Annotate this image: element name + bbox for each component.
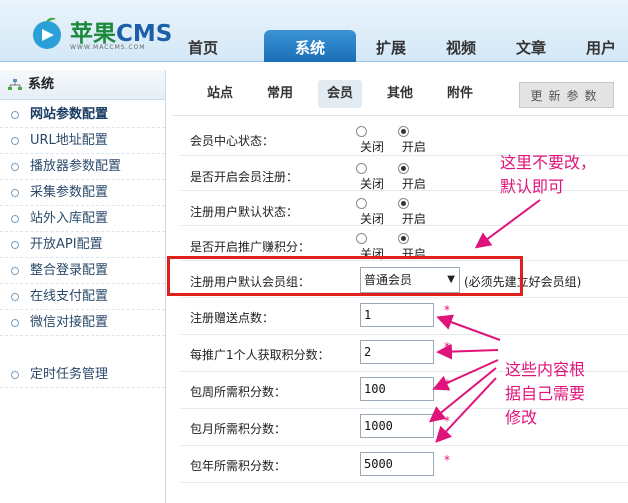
bullet-icon: [11, 189, 19, 197]
row-reg-points: 注册赠送点数： *: [180, 299, 628, 335]
row-label: 注册用户默认状态：: [190, 205, 299, 219]
register-status-radios: 关闭 开启: [356, 198, 436, 226]
required-mark: *: [444, 303, 450, 317]
sidebar: 系统 网站参数配置 URL地址配置 播放器参数配置 采集参数配置 站外入库配置 …: [0, 70, 166, 503]
tab-site[interactable]: 站点: [198, 80, 242, 108]
radio-off[interactable]: 关闭: [356, 198, 384, 226]
row-label: 会员中心状态：: [190, 134, 275, 148]
radio-on[interactable]: 开启: [397, 126, 426, 154]
row-label: 是否开启会员注册：: [190, 170, 299, 184]
sidebar-item-cron[interactable]: 定时任务管理: [0, 362, 165, 388]
sidebar-item-wechat[interactable]: 微信对接配置: [0, 310, 165, 336]
bullet-icon: [11, 137, 19, 145]
radio-off[interactable]: 关闭: [356, 126, 384, 154]
radio-on[interactable]: 开启: [397, 163, 426, 191]
member-center-radios: 关闭 开启: [356, 126, 436, 154]
weekly-points-input[interactable]: [360, 377, 434, 401]
nav-video[interactable]: 视频: [428, 34, 494, 62]
required-mark: *: [444, 340, 450, 354]
nav-extend[interactable]: 扩展: [358, 34, 424, 62]
highlight-box: [167, 256, 523, 296]
bullet-icon: [11, 371, 19, 379]
row-label: 是否开启推广赚积分：: [190, 240, 311, 254]
yearly-points-input[interactable]: [360, 452, 434, 476]
reg-points-input[interactable]: [360, 303, 434, 327]
bullet-icon: [11, 293, 19, 301]
tab-member[interactable]: 会员: [318, 80, 362, 108]
row-label: 包年所需积分数：: [190, 459, 287, 473]
update-params-button[interactable]: 更新参数: [519, 82, 614, 108]
nav-system[interactable]: 系统: [264, 30, 356, 62]
open-register-radios: 关闭 开启: [356, 163, 436, 191]
promo-each-input[interactable]: [360, 340, 434, 364]
sidebar-item-url[interactable]: URL地址配置: [0, 128, 165, 154]
row-label: 包月所需积分数：: [190, 422, 287, 436]
bullet-icon: [11, 215, 19, 223]
bullet-icon: [11, 267, 19, 275]
settings-tabs: 站点 常用 会员 其他 附件 更新参数: [172, 70, 628, 116]
tab-attachment[interactable]: 附件: [438, 80, 482, 108]
sidebar-item-login[interactable]: 整合登录配置: [0, 258, 165, 284]
nav-user[interactable]: 用户: [568, 34, 628, 62]
row-label: 注册赠送点数：: [190, 311, 275, 325]
required-mark: *: [444, 377, 450, 391]
bullet-icon: [11, 241, 19, 249]
bullet-icon: [11, 319, 19, 327]
sidebar-item-collect[interactable]: 采集参数配置: [0, 180, 165, 206]
sidebar-item-payment[interactable]: 在线支付配置: [0, 284, 165, 310]
bullet-icon: [11, 163, 19, 171]
monthly-points-input[interactable]: [360, 414, 434, 438]
logo-title: 苹果CMS: [70, 21, 173, 47]
sidebar-item-site-params[interactable]: 网站参数配置: [0, 102, 165, 128]
sidebar-title: 系统: [28, 77, 55, 92]
row-yearly: 包年所需积分数： *: [180, 447, 628, 483]
nav-home[interactable]: 首页: [172, 34, 234, 62]
annotation-no-change: 这里不要改， 默认即可: [500, 153, 597, 196]
tab-common[interactable]: 常用: [258, 80, 302, 108]
nav-article[interactable]: 文章: [498, 34, 564, 62]
row-label: 每推广1个人获取积分数：: [190, 348, 330, 362]
radio-on[interactable]: 开启: [397, 198, 426, 226]
top-header: 苹果CMS WWW.MACCMS.COM 首页 系统 扩展 视频 文章 用户: [0, 0, 628, 62]
row-label: 包周所需积分数：: [190, 385, 287, 399]
tree-icon: [8, 79, 22, 90]
logo-site-url: WWW.MACCMS.COM: [70, 44, 146, 51]
required-mark: *: [444, 453, 450, 467]
tab-other[interactable]: 其他: [378, 80, 422, 108]
bullet-icon: [11, 111, 19, 119]
sidebar-item-player[interactable]: 播放器参数配置: [0, 154, 165, 180]
radio-off[interactable]: 关闭: [356, 163, 384, 191]
logo[interactable]: 苹果CMS WWW.MACCMS.COM: [30, 12, 180, 56]
apple-logo-icon: [33, 17, 61, 49]
sidebar-item-import[interactable]: 站外入库配置: [0, 206, 165, 232]
sidebar-item-api[interactable]: 开放API配置: [0, 232, 165, 258]
annotation-customize: 这些内容根 据自己需要 修改: [505, 360, 586, 427]
sidebar-header: 系统: [0, 70, 165, 100]
required-mark: *: [444, 414, 450, 428]
